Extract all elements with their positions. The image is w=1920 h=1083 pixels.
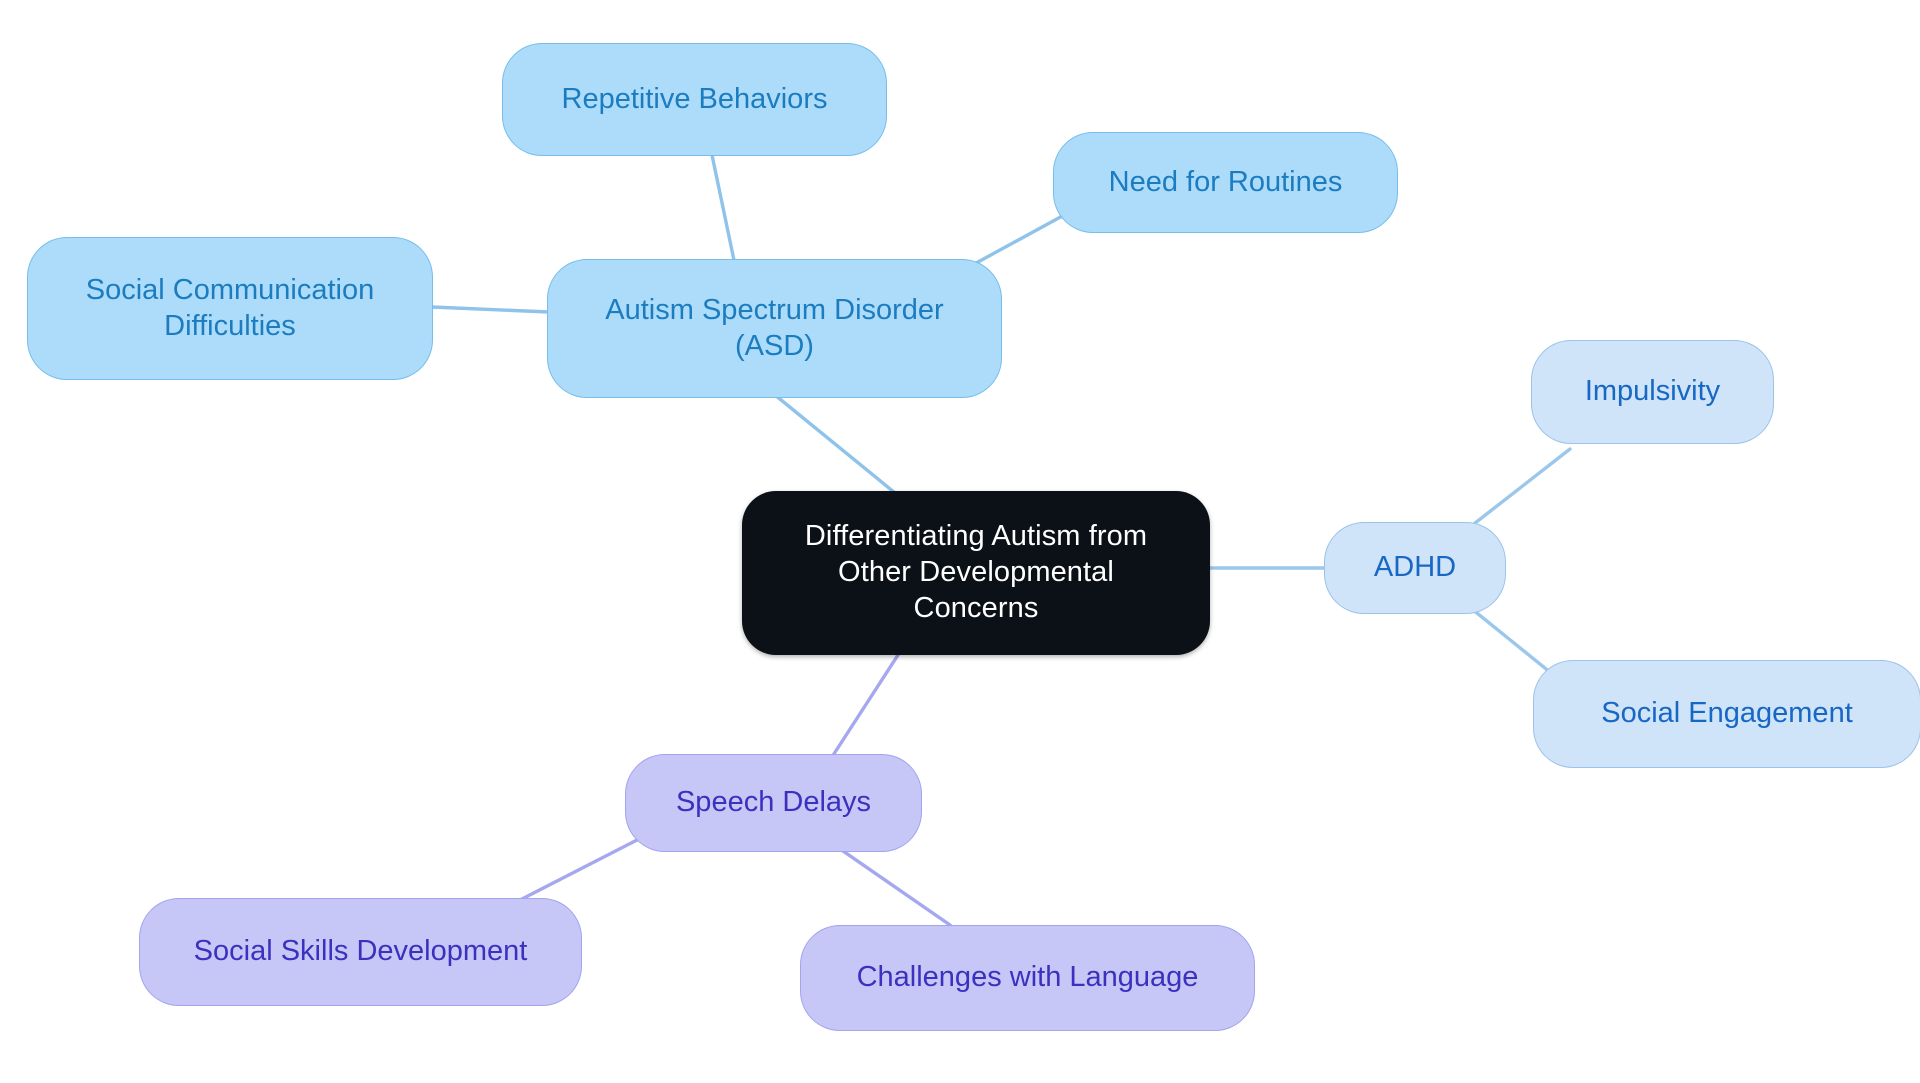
edge-root-speech-delays (828, 653, 900, 762)
edge-speech-challenges-language (828, 840, 952, 927)
node-social-communication-difficulties[interactable]: Social Communication Difficulties (27, 237, 433, 380)
node-autism-spectrum-disorder[interactable]: Autism Spectrum Disorder (ASD) (547, 259, 1002, 398)
node-speech-delays[interactable]: Speech Delays (625, 754, 922, 852)
edge-adhd-impulsivity (1468, 447, 1572, 529)
edge-speech-social-skills (518, 838, 639, 902)
edge-asd-social-communication (430, 305, 551, 314)
node-social-engagement[interactable]: Social Engagement (1533, 660, 1920, 768)
node-need-for-routines[interactable]: Need for Routines (1053, 132, 1398, 233)
edge-root-asd (773, 393, 902, 499)
node-challenges-with-language[interactable]: Challenges with Language (800, 925, 1255, 1031)
node-root-differentiating-autism[interactable]: Differentiating Autism from Other Develo… (742, 491, 1210, 655)
node-social-skills-development[interactable]: Social Skills Development (139, 898, 582, 1006)
node-impulsivity[interactable]: Impulsivity (1531, 340, 1774, 444)
edge-asd-need-for-routines (965, 212, 1068, 270)
edge-asd-repetitive-behaviors (710, 153, 737, 267)
node-adhd[interactable]: ADHD (1324, 522, 1506, 614)
node-repetitive-behaviors[interactable]: Repetitive Behaviors (502, 43, 887, 156)
mindmap-canvas: Repetitive Behaviors Need for Routines S… (0, 0, 1920, 1083)
